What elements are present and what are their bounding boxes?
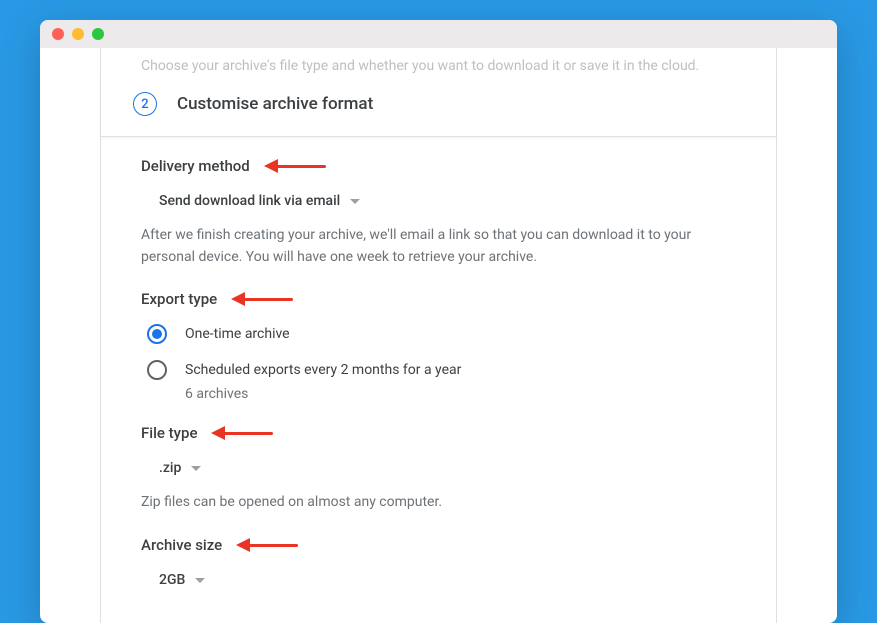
maximize-window-button[interactable] [92, 28, 104, 40]
settings-panel: Choose your archive's file type and whet… [100, 48, 777, 623]
chevron-down-icon [350, 199, 360, 204]
export-type-one-time-radio[interactable]: One-time archive [147, 324, 736, 344]
minimize-window-button[interactable] [72, 28, 84, 40]
archive-size-label-text: Archive size [141, 536, 222, 554]
annotation-arrow-icon [264, 162, 326, 170]
file-type-description: Zip files can be opened on almost any co… [141, 492, 736, 514]
annotation-arrow-icon [236, 541, 298, 549]
step-title: Customise archive format [177, 94, 373, 114]
window-titlebar [40, 20, 837, 48]
radio-label: Scheduled exports every 2 months for a y… [185, 362, 461, 378]
file-type-label: File type [141, 424, 736, 442]
content-area: Choose your archive's file type and whet… [40, 48, 837, 623]
annotation-arrow-icon [231, 295, 293, 303]
file-type-label-text: File type [141, 424, 197, 442]
file-type-selected: .zip [159, 460, 181, 476]
delivery-method-label: Delivery method [141, 157, 736, 175]
delivery-method-dropdown[interactable]: Send download link via email [153, 189, 366, 213]
radio-unchecked-icon [147, 360, 167, 380]
annotation-arrow-icon [211, 429, 273, 437]
scheduled-subtext: 6 archives [185, 386, 736, 402]
step-number-badge: 2 [133, 92, 157, 116]
archive-size-label: Archive size [141, 536, 736, 554]
chevron-down-icon [195, 578, 205, 583]
export-type-label: Export type [141, 290, 736, 308]
export-type-label-text: Export type [141, 290, 217, 308]
previous-step-description: Choose your archive's file type and whet… [101, 48, 776, 74]
delivery-method-description: After we finish creating your archive, w… [141, 225, 736, 268]
radio-checked-icon [147, 324, 167, 344]
file-type-dropdown[interactable]: .zip [153, 456, 207, 480]
step-header[interactable]: 2 Customise archive format [101, 74, 776, 137]
delivery-method-selected: Send download link via email [159, 193, 340, 209]
form-body: Delivery method Send download link via e… [101, 137, 776, 592]
archive-size-dropdown[interactable]: 2GB [153, 568, 211, 592]
chevron-down-icon [191, 466, 201, 471]
delivery-method-label-text: Delivery method [141, 157, 250, 175]
radio-label: One-time archive [185, 326, 290, 342]
close-window-button[interactable] [52, 28, 64, 40]
app-window: Choose your archive's file type and whet… [40, 20, 837, 623]
export-type-scheduled-radio[interactable]: Scheduled exports every 2 months for a y… [147, 360, 736, 380]
archive-size-selected: 2GB [159, 572, 185, 588]
